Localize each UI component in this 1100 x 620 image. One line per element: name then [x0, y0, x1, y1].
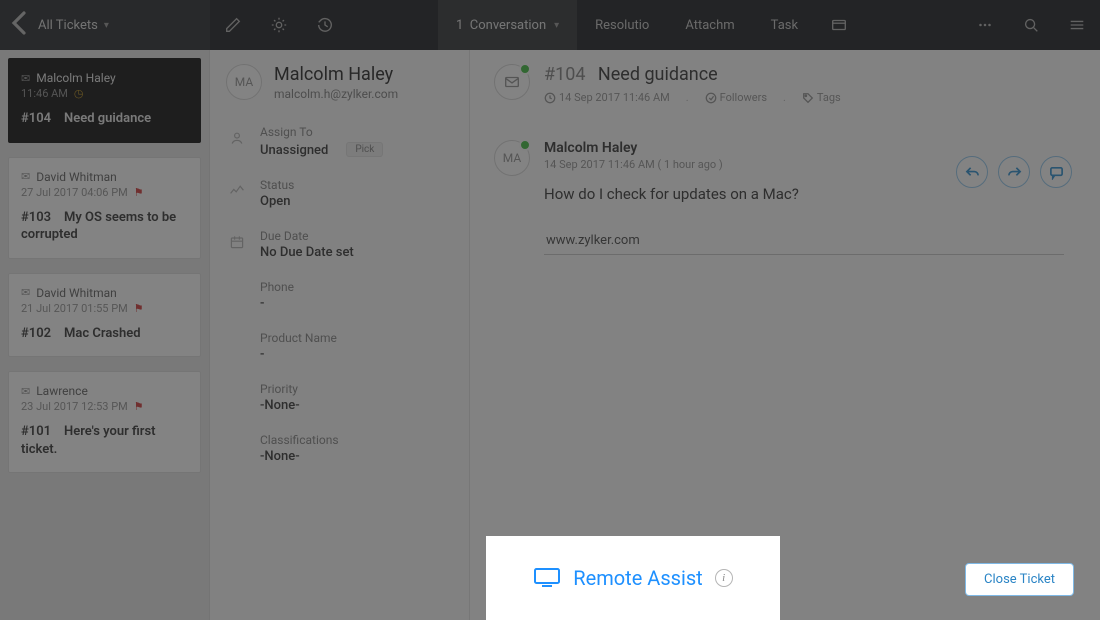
- topbar: All Tickets ▾ 1 Conversation ▾ Resolutio…: [0, 0, 1100, 50]
- classifications-value: -None-: [260, 449, 339, 464]
- ticket-subject: Need guidance: [64, 111, 151, 126]
- envelope-icon: ✉: [21, 72, 30, 85]
- tab-conversation[interactable]: 1 Conversation ▾: [438, 0, 577, 50]
- phone-label: Phone: [260, 280, 294, 294]
- assignee-icon: [226, 127, 248, 149]
- monitor-icon: [533, 567, 561, 589]
- pick-button[interactable]: Pick: [346, 142, 383, 157]
- info-icon[interactable]: i: [715, 569, 733, 587]
- contact-name: Malcolm Haley: [274, 64, 398, 85]
- ticket-time: 27 Jul 2017 04:06 PM: [21, 186, 128, 199]
- conversation-label: Conversation: [470, 18, 546, 33]
- ticket-id: #104: [21, 111, 51, 126]
- classifications-label: Classifications: [260, 433, 339, 447]
- reply-actions: [956, 156, 1072, 188]
- ticket-contact-name: Lawrence: [36, 384, 88, 398]
- ticket-contact-name: Malcolm Haley: [36, 71, 115, 85]
- ticket-list: ✉ Malcolm Haley 11:46 AM ◷ #104 Need gui…: [0, 50, 210, 620]
- ticket-card[interactable]: ✉ David Whitman 21 Jul 2017 01:55 PM ⚑ #…: [8, 273, 201, 358]
- product-value: -: [260, 347, 337, 362]
- avatar-initials: MA: [235, 75, 253, 89]
- ticket-properties-panel: MA Malcolm Haley malcolm.h@zylker.com As…: [210, 50, 470, 620]
- due-date-value: No Due Date set: [260, 245, 354, 260]
- phone-value: -: [260, 296, 294, 311]
- ticket-id: #101: [21, 424, 51, 439]
- ticket-card[interactable]: ✉ Malcolm Haley 11:46 AM ◷ #104 Need gui…: [8, 58, 201, 143]
- ticket-card[interactable]: ✉ David Whitman 27 Jul 2017 04:06 PM ⚑ #…: [8, 157, 201, 259]
- conversation-subject: Need guidance: [598, 64, 718, 85]
- menu-icon[interactable]: [1054, 0, 1100, 50]
- caret-down-icon: ▾: [104, 20, 109, 31]
- ticket-contact-name: David Whitman: [36, 170, 117, 184]
- remote-assist-button[interactable]: Remote Assist i: [486, 536, 780, 620]
- url-input[interactable]: [544, 227, 1064, 255]
- ticket-id: #102: [21, 326, 51, 341]
- message-time: 14 Sep 2017 11:46 AM ( 1 hour ago ): [544, 158, 799, 171]
- search-icon[interactable]: [1008, 0, 1054, 50]
- reply-button[interactable]: [956, 156, 988, 188]
- ticket-card[interactable]: ✉ Lawrence 23 Jul 2017 12:53 PM ⚑ #101 H…: [8, 371, 201, 473]
- due-date-icon: [226, 231, 248, 253]
- caret-down-icon: ▾: [554, 20, 559, 31]
- message-body: How do I check for updates on a Mac?: [544, 185, 799, 203]
- topbar-mid-section: 1 Conversation ▾ Resolutio Attachm Task: [210, 0, 962, 50]
- status-label: Status: [260, 178, 294, 192]
- ticket-time: 21 Jul 2017 01:55 PM: [21, 302, 128, 315]
- ticket-id: #103: [21, 210, 51, 225]
- comment-button[interactable]: [1040, 156, 1072, 188]
- conversation-count: 1: [456, 18, 463, 33]
- overdue-clock-icon: ◷: [74, 87, 84, 100]
- priority-label: Priority: [260, 382, 300, 396]
- ticket-time: 11:46 AM: [21, 87, 68, 100]
- conversation-timestamp: 14 Sep 2017 11:46 AM: [544, 91, 670, 104]
- ticket-time: 23 Jul 2017 12:53 PM: [21, 400, 128, 413]
- ticket-filter-label[interactable]: All Tickets: [38, 18, 98, 33]
- app-root: All Tickets ▾ 1 Conversation ▾ Resolutio…: [0, 0, 1100, 620]
- ticket-contact-name: David Whitman: [36, 286, 117, 300]
- status-icon: [226, 180, 248, 202]
- tab-attachment[interactable]: Attachm: [667, 0, 752, 50]
- remote-assist-label: Remote Assist: [573, 566, 702, 590]
- topbar-left-section: All Tickets ▾: [0, 0, 210, 50]
- tab-more-icon[interactable]: [816, 0, 862, 50]
- assign-to-label: Assign To: [260, 125, 383, 139]
- tab-resolution[interactable]: Resolutio: [577, 0, 667, 50]
- conversation-panel: #104 Need guidance 14 Sep 2017 11:46 AM …: [470, 50, 1100, 620]
- message-avatar: MA: [494, 140, 530, 176]
- tags-link[interactable]: Tags: [802, 91, 841, 104]
- envelope-icon: ✉: [21, 286, 30, 299]
- contact-avatar: MA: [226, 64, 262, 100]
- priority-flag-icon: ⚑: [134, 302, 144, 315]
- idea-icon[interactable]: [256, 0, 302, 50]
- more-actions-icon[interactable]: [962, 0, 1008, 50]
- due-date-label: Due Date: [260, 229, 354, 243]
- tab-task[interactable]: Task: [753, 0, 816, 50]
- status-badge-icon: [519, 63, 531, 75]
- topbar-right-section: [962, 0, 1100, 50]
- priority-value: -None-: [260, 398, 300, 413]
- avatar-initials: MA: [503, 151, 521, 165]
- followers-link[interactable]: Followers: [705, 91, 767, 104]
- separator: .: [686, 91, 689, 104]
- assign-to-value: Unassigned: [260, 143, 328, 158]
- separator: .: [783, 91, 786, 104]
- status-badge-icon: [519, 139, 531, 151]
- priority-flag-icon: ⚑: [134, 400, 144, 413]
- ticket-subject: Mac Crashed: [64, 326, 141, 341]
- conversation-channel-avatar: [494, 64, 530, 100]
- forward-button[interactable]: [998, 156, 1030, 188]
- envelope-icon: ✉: [21, 170, 30, 183]
- back-button[interactable]: [8, 11, 32, 39]
- history-icon[interactable]: [302, 0, 348, 50]
- envelope-icon: ✉: [21, 385, 30, 398]
- priority-flag-icon: ⚑: [134, 186, 144, 199]
- columns: ✉ Malcolm Haley 11:46 AM ◷ #104 Need gui…: [0, 50, 1100, 620]
- product-label: Product Name: [260, 331, 337, 345]
- contact-email: malcolm.h@zylker.com: [274, 87, 398, 101]
- conversation-ticket-id: #104: [544, 64, 585, 85]
- edit-icon[interactable]: [210, 0, 256, 50]
- status-value: Open: [260, 194, 294, 209]
- message-author: Malcolm Haley: [544, 140, 799, 156]
- close-ticket-button[interactable]: Close Ticket: [965, 563, 1074, 596]
